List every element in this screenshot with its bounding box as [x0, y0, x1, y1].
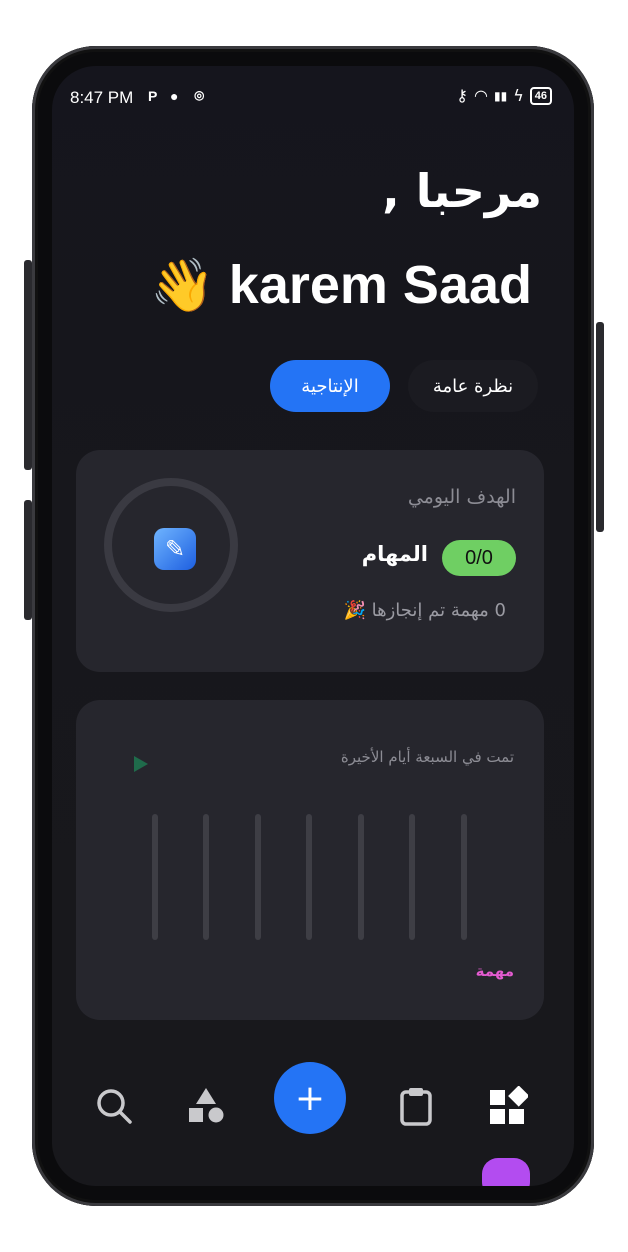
chart-bar: [358, 814, 364, 940]
daily-goal-card[interactable]: ✎ الهدف اليومي 0/0 المهام 0 مهمة تم إنجا…: [76, 450, 544, 672]
completed-tasks-text: 0 مهمة تم إنجازها 🎉: [343, 600, 506, 621]
status-time: 8:47 PM: [70, 88, 134, 107]
notification-app2-icon: ◎: [194, 88, 205, 102]
weekly-chart-title: تمت في السبعة أيام الأخيرة: [340, 748, 514, 766]
chart-legend: مهمة: [475, 962, 514, 980]
app-screen: 8:47 PM P ● ◎ ⚷ ◠ ▮▮ ϟ 46 مرحبا , 👋 kare…: [52, 66, 574, 1186]
phone-side-button: [596, 322, 604, 532]
signal-icon: ▮▮: [493, 88, 508, 103]
user-name: karem Saad: [228, 255, 532, 315]
floating-assistant-bubble[interactable]: [482, 1158, 530, 1186]
wifi-icon: ◠: [474, 86, 488, 105]
charging-icon: ϟ: [513, 86, 524, 105]
shapes-icon[interactable]: [186, 1086, 226, 1135]
phone-side-button: [24, 500, 32, 620]
chart-bar: [203, 814, 209, 940]
daily-goal-title: الهدف اليومي: [407, 486, 516, 508]
notification-app-icon: ●: [170, 88, 179, 104]
tab-overview[interactable]: نظرة عامة: [408, 360, 538, 412]
waving-hand-icon: 👋: [150, 256, 215, 315]
status-bar: 8:47 PM P ● ◎ ⚷ ◠ ▮▮ ϟ 46: [52, 66, 574, 126]
greeting-name-row: 👋 karem Saad: [150, 254, 532, 316]
key-icon: ⚷: [456, 86, 468, 105]
phone-side-button: [24, 260, 32, 470]
chart-bar: [152, 814, 158, 940]
search-icon[interactable]: [94, 1086, 134, 1135]
app-logo-icon: ✎: [154, 528, 196, 570]
clipboard-icon[interactable]: [396, 1086, 436, 1135]
weekly-chart-card: تمت في السبعة أيام الأخيرة مهمة: [76, 700, 544, 1020]
chart-bar: [306, 814, 312, 940]
dashboard-icon[interactable]: [488, 1085, 530, 1135]
play-icon[interactable]: [134, 756, 148, 772]
chart-bar: [255, 814, 261, 940]
battery-icon: 46: [529, 86, 552, 105]
tab-productivity[interactable]: الإنتاجية: [270, 360, 390, 412]
greeting-title: مرحبا ,: [382, 164, 542, 218]
tasks-label: المهام: [361, 542, 428, 566]
status-right: ⚷ ◠ ▮▮ ϟ 46: [456, 86, 552, 105]
notification-p-icon: P: [148, 88, 158, 104]
chart-bar: [409, 814, 415, 940]
add-task-button[interactable]: +: [274, 1062, 346, 1134]
tasks-progress-badge: 0/0: [442, 540, 516, 576]
chart-bar: [461, 814, 467, 940]
